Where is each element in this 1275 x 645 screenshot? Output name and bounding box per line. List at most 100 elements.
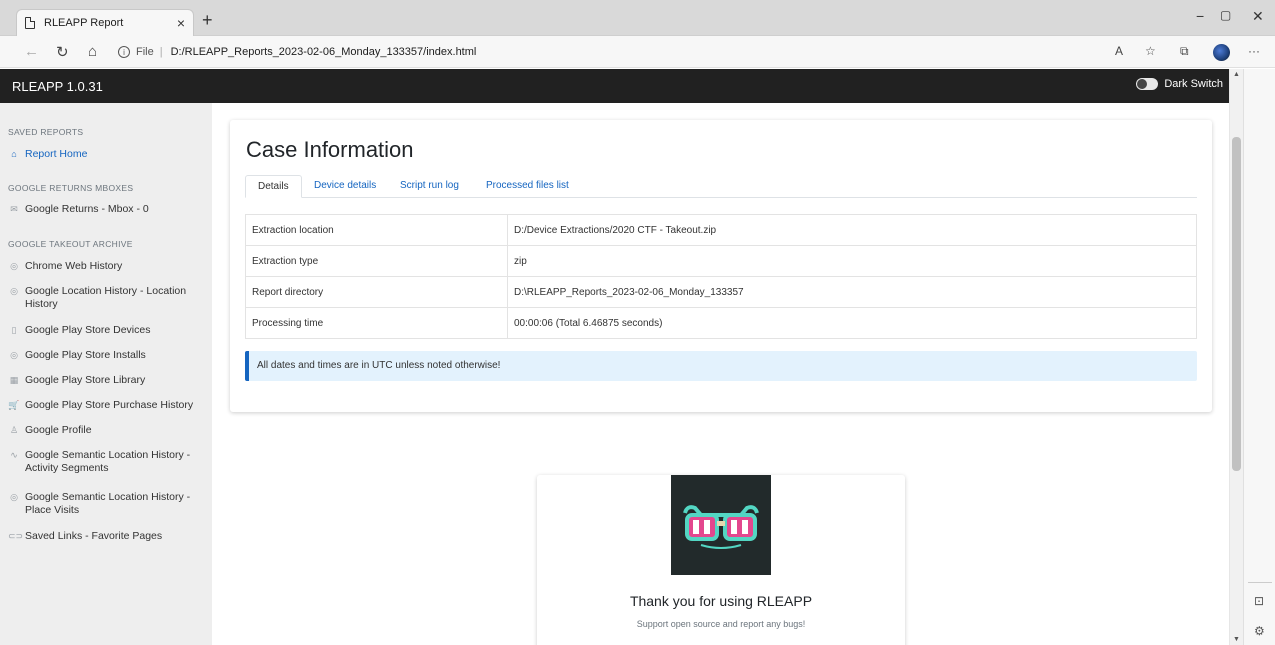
sidebar-item-label: Google Play Store Library	[25, 374, 146, 386]
sidebar-item-location-history[interactable]: ◎ Google Location History - Location His…	[8, 285, 208, 311]
mail-icon: ✉	[10, 204, 18, 214]
thank-you-heading: Thank you for using RLEAPP	[629, 593, 813, 609]
sidebar-item-play-store-installs[interactable]: ◎ Google Play Store Installs	[8, 349, 208, 362]
url-scheme: File	[136, 46, 154, 58]
support-text: Support open source and report any bugs!	[636, 619, 806, 629]
scrollbar-thumb[interactable]	[1232, 137, 1241, 471]
sidebar-heading-saved-reports: SAVED REPORTS	[8, 127, 84, 137]
app-brand[interactable]: RLEAPP 1.0.31	[12, 79, 103, 94]
sidebar-item-report-home[interactable]: ⌂ Report Home	[8, 148, 208, 161]
top-navbar: RLEAPP 1.0.31 Dark Switch	[0, 69, 1229, 103]
sidebar-item-label: Report Home	[25, 148, 88, 160]
chrome-icon: ◎	[10, 261, 18, 271]
table-cell-value: D:/Device Extractions/2020 CTF - Takeout…	[507, 214, 1197, 246]
url-text: D:/RLEAPP_Reports_2023-02-06_Monday_1333…	[170, 46, 477, 58]
sidebar-item-place-visits[interactable]: ◎ Google Semantic Location History - Pla…	[8, 491, 208, 517]
sidebar-item-label: Google Play Store Devices	[25, 324, 151, 336]
tab-device-details[interactable]: Device details	[302, 175, 388, 198]
case-information-card: Case Information Details Device details …	[230, 120, 1212, 412]
vertical-scrollbar[interactable]: ▲ ▼	[1229, 69, 1243, 645]
profile-avatar[interactable]	[1213, 44, 1230, 61]
browser-tab-bar: RLEAPP Report × + − ▢ ✕	[0, 0, 1275, 36]
user-icon: ♙	[9, 425, 19, 435]
grid-icon: ▦	[9, 375, 19, 385]
back-icon[interactable]: ←	[24, 43, 39, 60]
browser-side-panel: ⊡ ⚙	[1243, 69, 1275, 645]
minimize-icon[interactable]: −	[1196, 8, 1204, 24]
shopping-cart-icon: 🛒	[8, 400, 20, 410]
sidebar-item-play-store-purchase-history[interactable]: 🛒 Google Play Store Purchase History	[8, 399, 208, 412]
scroll-up-icon[interactable]: ▲	[1233, 71, 1240, 78]
info-icon[interactable]: i	[118, 46, 130, 58]
document-icon	[25, 17, 35, 29]
browser-tab-title: RLEAPP Report	[44, 17, 124, 29]
sidebar-item-label: Google Profile	[25, 424, 92, 436]
maximize-icon[interactable]: ▢	[1220, 8, 1231, 22]
tab-details[interactable]: Details	[245, 175, 302, 198]
table-cell-key: Extraction location	[245, 214, 508, 246]
sidebar-item-label: Google Location History - Location Histo…	[25, 285, 187, 310]
glasses-logo-icon	[683, 505, 759, 549]
url-separator: |	[159, 46, 163, 58]
sidebar-heading-takeout: GOOGLE TAKEOUT ARCHIVE	[8, 239, 133, 249]
map-pin-icon: ◎	[10, 492, 18, 502]
map-pin-icon: ◎	[10, 286, 18, 296]
sidebar-item-label: Google Semantic Location History - Place…	[25, 491, 191, 516]
home-icon[interactable]: ⌂	[88, 43, 97, 60]
rleapp-logo	[671, 475, 771, 575]
favorites-icon[interactable]: ☆	[1145, 44, 1156, 58]
window-close-icon[interactable]: ✕	[1252, 8, 1264, 25]
sidebar-item-chrome-web-history[interactable]: ◎ Chrome Web History	[8, 260, 208, 273]
close-tab-icon[interactable]: ×	[177, 15, 185, 31]
table-row: Processing time 00:00:06 (Total 6.46875 …	[245, 307, 1197, 339]
sidebar-item-activity-segments[interactable]: ∿ Google Semantic Location History - Act…	[8, 449, 208, 475]
sidebar-item-label: Google Play Store Purchase History	[25, 399, 194, 411]
table-row: Extraction type zip	[245, 245, 1197, 277]
sidebar-item-label: Chrome Web History	[25, 260, 123, 272]
table-cell-value: 00:00:06 (Total 6.46875 seconds)	[507, 307, 1197, 339]
gear-icon[interactable]: ⚙	[1254, 624, 1265, 638]
page-title: Case Information	[246, 137, 414, 162]
tab-script-run-log[interactable]: Script run log	[388, 175, 471, 198]
home-icon: ⌂	[11, 149, 17, 159]
table-cell-value: D:\RLEAPP_Reports_2023-02-06_Monday_1333…	[507, 276, 1197, 308]
report-page: RLEAPP 1.0.31 Dark Switch SAVED REPORTS …	[0, 69, 1229, 645]
extensions-icon[interactable]: ⧉	[1180, 44, 1189, 59]
sidebar-heading-mboxes: GOOGLE RETURNS MBOXES	[8, 183, 134, 193]
table-cell-value: zip	[507, 245, 1197, 277]
sidebar-item-mbox[interactable]: ✉ Google Returns - Mbox - 0	[8, 203, 208, 216]
utc-info-alert: All dates and times are in UTC unless no…	[245, 351, 1197, 381]
table-row: Report directory D:\RLEAPP_Reports_2023-…	[245, 276, 1197, 308]
read-aloud-icon[interactable]: A	[1115, 44, 1123, 58]
case-details-table: Extraction location D:/Device Extraction…	[245, 214, 1197, 339]
browser-tab[interactable]: RLEAPP Report ×	[16, 9, 194, 36]
url-field[interactable]: i File | D:/RLEAPP_Reports_2023-02-06_Mo…	[118, 43, 476, 61]
sidebar-item-saved-links[interactable]: ⊂⊃ Saved Links - Favorite Pages	[8, 530, 208, 543]
download-icon: ◎	[10, 350, 18, 360]
table-cell-key: Extraction type	[245, 245, 508, 277]
case-tabs: Details Device details Script run log Pr…	[245, 175, 1197, 198]
toggle-switch-icon[interactable]	[1136, 78, 1159, 90]
table-row: Extraction location D:/Device Extraction…	[245, 214, 1197, 246]
new-tab-icon[interactable]: +	[202, 11, 213, 29]
sidebar-item-google-profile[interactable]: ♙ Google Profile	[8, 424, 208, 437]
sidebar-item-play-store-devices[interactable]: ▯ Google Play Store Devices	[8, 324, 208, 337]
more-menu-icon[interactable]: ···	[1248, 44, 1260, 58]
sidebar: SAVED REPORTS ⌂ Report Home GOOGLE RETUR…	[0, 103, 212, 645]
dark-switch-label: Dark Switch	[1164, 78, 1223, 90]
tab-processed-files-list[interactable]: Processed files list	[474, 175, 581, 198]
device-icon: ▯	[11, 325, 17, 335]
thank-you-card: Thank you for using RLEAPP Support open …	[537, 475, 905, 645]
table-cell-key: Report directory	[245, 276, 508, 308]
sidebar-item-label: Saved Links - Favorite Pages	[25, 530, 163, 542]
table-cell-key: Processing time	[245, 307, 508, 339]
sidebar-item-play-store-library[interactable]: ▦ Google Play Store Library	[8, 374, 208, 387]
scroll-down-icon[interactable]: ▼	[1233, 636, 1240, 643]
address-bar: ← ↻ ⌂ i File | D:/RLEAPP_Reports_2023-02…	[0, 36, 1275, 68]
refresh-icon[interactable]: ↻	[56, 43, 69, 61]
sidebar-toggle-icon[interactable]: ⊡	[1254, 594, 1264, 608]
link-icon: ⊂⊃	[8, 531, 24, 541]
dark-switch-toggle[interactable]: Dark Switch	[1136, 78, 1223, 90]
sidebar-item-label: Google Semantic Location History - Activ…	[25, 449, 191, 474]
side-panel-divider	[1248, 582, 1272, 583]
